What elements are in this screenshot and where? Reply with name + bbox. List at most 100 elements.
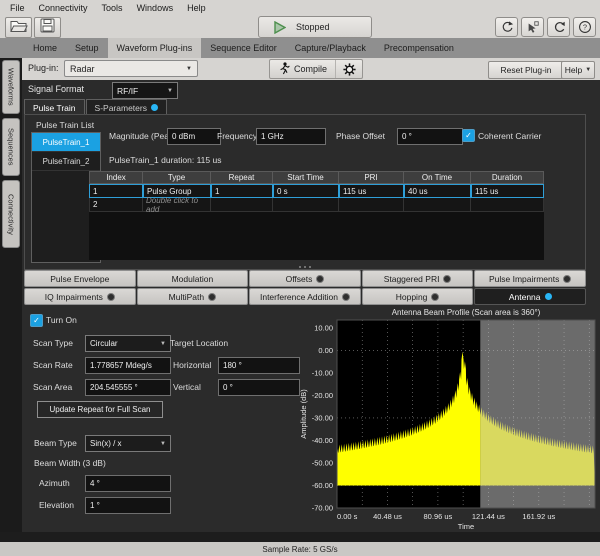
subtab-pulse-train[interactable]: Pulse Train <box>24 99 85 115</box>
vertical-field[interactable]: 0 ° <box>218 379 300 396</box>
col-header-type: Type <box>143 171 211 184</box>
table-cell[interactable]: 1 <box>89 184 143 198</box>
scan-area-field[interactable]: 204.545555 ° <box>85 379 171 396</box>
phase-offset-field[interactable]: 0 ° <box>397 128 463 145</box>
scan-type-dropdown[interactable]: Circular ▼ <box>85 335 171 352</box>
svg-text:40.48 us: 40.48 us <box>373 512 402 521</box>
menu-file[interactable]: File <box>3 2 32 14</box>
tab-waveform-plug-ins[interactable]: Waveform Plug-ins <box>108 38 202 58</box>
list-item-pulsetrain-1[interactable]: PulseTrain_1 <box>32 133 100 152</box>
beam-type-dropdown[interactable]: Sin(x) / x ▼ <box>85 435 171 452</box>
feature-tab-hopping[interactable]: Hopping <box>362 288 474 305</box>
table-cell[interactable]: 40 us <box>404 184 471 198</box>
tab-capture-playback[interactable]: Capture/Playback <box>286 38 375 58</box>
feature-tab-row2: IQ Impairments MultiPath Interference Addi… <box>24 288 586 305</box>
circular-arrow-icon <box>500 20 514 34</box>
svg-text:-30.00: -30.00 <box>312 413 333 422</box>
side-tab-sequences[interactable]: Sequences <box>2 118 20 176</box>
signal-format-dropdown[interactable]: RF/IF ▼ <box>112 82 178 99</box>
table-cell[interactable]: 1 <box>211 184 273 198</box>
plugin-dropdown[interactable]: Radar ▼ <box>64 60 198 77</box>
compile-button[interactable]: Compile <box>270 60 335 78</box>
feature-tab-bar: Pulse Envelope Modulation Offsets Staggered… <box>24 270 586 306</box>
table-cell[interactable] <box>339 198 404 212</box>
table-cell[interactable]: 115 us <box>471 184 544 198</box>
feature-tab-pulse-impairments[interactable]: Pulse Impairments <box>474 270 586 287</box>
feature-tab-interference-addition[interactable]: Interference Addition <box>249 288 361 305</box>
table-cell[interactable]: 2 <box>89 198 143 212</box>
table-cell[interactable]: Double click to add <box>143 198 211 212</box>
azimuth-field[interactable]: 4 ° <box>85 475 171 492</box>
menu-tools[interactable]: Tools <box>95 2 130 14</box>
scan-rate-label: Scan Rate <box>33 360 73 370</box>
table-cell[interactable]: 0 s <box>273 184 339 198</box>
tab-precompensation[interactable]: Precompensation <box>375 38 463 58</box>
panel-splitter-handle[interactable] <box>25 266 585 268</box>
table-cell[interactable]: 115 us <box>339 184 404 198</box>
horizontal-field[interactable]: 180 ° <box>218 357 300 374</box>
scan-rate-field[interactable]: 1.778657 Mdeg/s <box>85 357 171 374</box>
col-header-on-time: On Time <box>404 171 471 184</box>
run-state-label: Stopped <box>296 22 330 32</box>
coherent-carrier-checkbox[interactable] <box>462 129 475 142</box>
feature-tab-offsets[interactable]: Offsets <box>249 270 361 287</box>
feature-tab-label: Offsets <box>286 274 313 284</box>
elevation-field[interactable]: 1 ° <box>85 497 171 514</box>
svg-text:80.96 us: 80.96 us <box>424 512 453 521</box>
subtab-label: Pulse Train <box>33 103 76 113</box>
menu-help[interactable]: Help <box>180 2 213 14</box>
beam-type-label: Beam Type <box>34 438 77 448</box>
col-header-start-time: Start Time <box>273 171 339 184</box>
help-button[interactable]: Help ▼ <box>561 61 595 79</box>
status-bar: Sample Rate: 5 GS/s <box>0 542 600 556</box>
refresh-button[interactable] <box>547 17 570 37</box>
svg-text:?: ? <box>582 23 586 32</box>
feature-tab-modulation[interactable]: Modulation <box>137 270 249 287</box>
feature-tab-multipath[interactable]: MultiPath <box>137 288 249 305</box>
compile-settings-button[interactable] <box>335 60 362 78</box>
status-dot-icon <box>431 293 439 301</box>
feature-tab-antenna[interactable]: Antenna <box>474 288 586 305</box>
help-round-button[interactable]: ? <box>573 17 596 37</box>
side-tab-waveforms[interactable]: Waveforms <box>2 60 20 114</box>
table-cell[interactable] <box>273 198 339 212</box>
chevron-down-icon: ▼ <box>160 441 166 447</box>
restart-button[interactable] <box>495 17 518 37</box>
feature-tab-pulse-envelope[interactable]: Pulse Envelope <box>24 270 136 287</box>
save-button[interactable] <box>34 17 61 38</box>
side-tab-connectivity[interactable]: Connectivity <box>2 180 20 248</box>
frequency-field[interactable]: 1 GHz <box>256 128 326 145</box>
feature-tab-staggered-pri[interactable]: Staggered PRI <box>362 270 474 287</box>
tab-sequence-editor[interactable]: Sequence Editor <box>201 38 286 58</box>
tab-setup[interactable]: Setup <box>66 38 108 58</box>
azimuth-label: Azimuth <box>39 478 70 488</box>
magnitude-field[interactable]: 0 dBm <box>167 128 221 145</box>
feature-tab-iq-impairments[interactable]: IQ Impairments <box>24 288 136 305</box>
reset-plugin-button[interactable]: Reset Plug-in <box>488 61 564 79</box>
frequency-label: Frequency <box>217 131 257 141</box>
update-repeat-button[interactable]: Update Repeat for Full Scan <box>37 401 163 418</box>
subtab-s-parameters[interactable]: S-Parameters <box>86 99 167 115</box>
table-row[interactable]: 2Double click to add <box>89 198 544 212</box>
duration-text: PulseTrain_1 duration: 115 us <box>109 155 221 165</box>
feature-tab-label: MultiPath <box>169 292 204 302</box>
run-stop-button[interactable]: Stopped <box>258 16 372 38</box>
touchscreen-button[interactable] <box>521 17 544 37</box>
list-item-pulsetrain-2[interactable]: PulseTrain_2 <box>32 152 100 171</box>
col-header-duration: Duration <box>471 171 544 184</box>
svg-text:0.00: 0.00 <box>318 346 333 355</box>
turn-on-checkbox[interactable] <box>30 314 43 327</box>
tab-home[interactable]: Home <box>24 38 66 58</box>
table-cell[interactable] <box>471 198 544 212</box>
table-cell[interactable] <box>211 198 273 212</box>
window-buttons: ? <box>495 17 596 37</box>
pointer-icon <box>526 20 540 34</box>
feature-tab-label: Pulse Envelope <box>50 274 109 284</box>
svg-text:Antenna Beam Profile (Scan are: Antenna Beam Profile (Scan area is 360°) <box>392 308 541 317</box>
col-header-index: Index <box>89 171 143 184</box>
menu-windows[interactable]: Windows <box>130 2 181 14</box>
feature-tab-row1: Pulse Envelope Modulation Offsets Staggered… <box>24 270 586 287</box>
menu-connectivity[interactable]: Connectivity <box>32 2 95 14</box>
table-cell[interactable] <box>404 198 471 212</box>
open-file-button[interactable] <box>5 17 32 38</box>
